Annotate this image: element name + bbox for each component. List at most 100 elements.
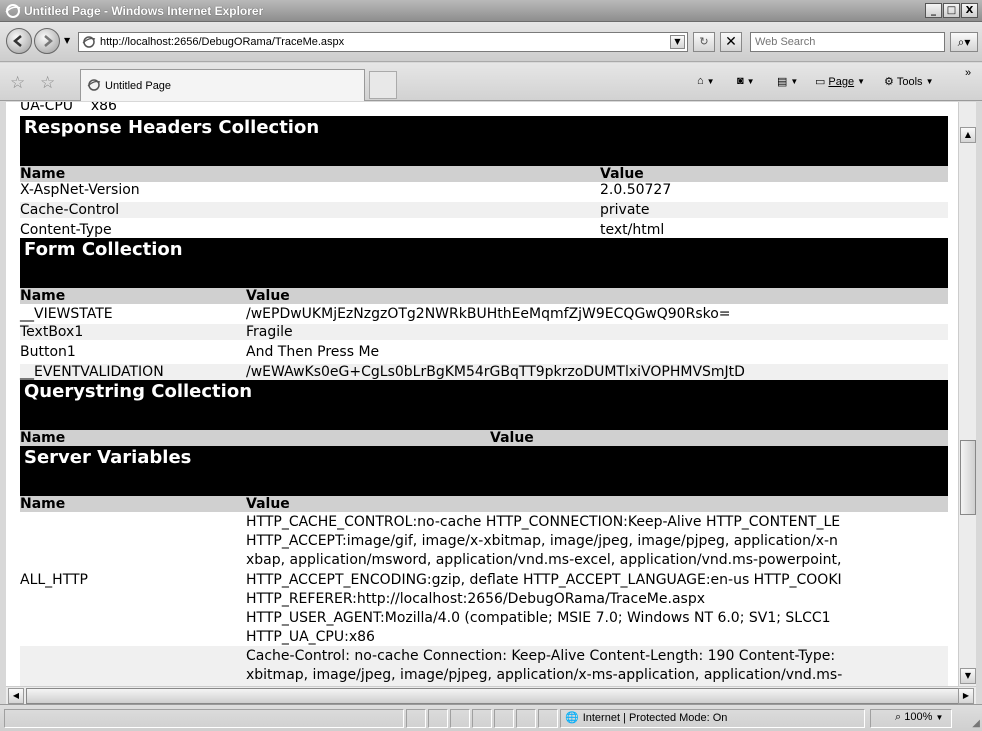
globe-icon: 🌐 [565,712,579,724]
table-row: Button1 And Then Press Me [20,344,948,360]
scroll-down-icon[interactable]: ▼ [960,668,976,684]
row-value-line: HTTP_ACCEPT_ENCODING:gzip, deflate HTTP_… [246,572,842,588]
forward-arrow-icon [44,35,53,47]
back-button[interactable] [6,28,32,54]
table-row: Content-Type text/html [20,222,948,238]
col-value: Value [246,496,290,512]
row-value-line: HTTP_UA_CPU:x86 [246,629,375,645]
server-variables-header: Name Value [20,496,948,512]
row-name: X-AspNet-Version [20,182,140,198]
rss-icon: ◙ [737,75,744,87]
row-value: private [600,202,650,218]
row-name: Cache-Control [20,202,120,218]
scroll-left-icon[interactable]: ◀ [8,688,24,704]
form-collection-title: Form Collection [20,238,948,288]
status-pane [472,709,492,728]
status-pane [538,709,558,728]
row-value-line: xbitmap, image/jpeg, image/pjpeg, applic… [246,667,843,683]
zoom-level[interactable]: ⌕ 100% ▼ [895,711,943,724]
print-button[interactable]: ▤ ▼ [777,75,798,88]
status-pane [516,709,536,728]
scroll-right-icon[interactable]: ▶ [958,688,974,704]
security-zone-label: Internet | Protected Mode: On [582,711,728,724]
close-button[interactable]: X [961,3,978,18]
refresh-button[interactable]: ↻ [693,32,715,52]
response-headers-header: Name Value [20,166,948,182]
table-row: Cache-Control: no-cache Connection: Keep… [20,646,948,686]
search-box[interactable] [750,32,945,52]
resize-grip-icon[interactable]: ◢ [972,718,980,729]
row-name: Button1 [20,344,76,360]
vertical-scrollbar[interactable]: ▲ ▼ [958,102,976,686]
status-pane [450,709,470,728]
feeds-button[interactable]: ◙ ▼ [737,75,755,87]
command-bar: ☆ ☆ Untitled Page ⌂ ▼ ◙ ▼ ▤ ▼ ▭ Page ▼ ⚙ Too… [0,63,982,101]
tab-page-icon [87,79,101,91]
address-field[interactable]: http://localhost:2656/DebugORama/TraceMe… [78,32,688,52]
address-bar: ▼ http://localhost:2656/DebugORama/Trace… [0,22,982,62]
gear-icon: ⚙ [884,76,894,88]
zoom-icon: ⌕ [895,711,902,723]
table-row: __VIEWSTATE /wEPDwUKMjEzNzgzOTg2NWRkBUHt… [20,306,948,322]
querystring-collection-title: Querystring Collection [20,380,948,430]
server-variables-title: Server Variables [20,446,948,496]
home-button[interactable]: ⌂ ▼ [697,75,715,87]
status-text-pane [4,709,404,728]
favorites-star-icon[interactable]: ☆ [10,73,25,93]
row-value-line: Cache-Control: no-cache Connection: Keep… [246,648,836,664]
minimize-button[interactable]: _ [925,3,942,18]
stop-button[interactable]: ✕ [720,32,742,52]
zoom-dropdown-icon[interactable]: ▼ [935,713,943,722]
chevron-more-icon[interactable]: » [965,67,971,79]
scroll-up-icon[interactable]: ▲ [960,127,976,143]
row-value-line: HTTP_ACCEPT:image/gif, image/x-xbitmap, … [246,533,838,549]
table-row: Cache-Control private [20,202,948,218]
row-name: __VIEWSTATE [20,306,113,322]
row-value-line: HTTP_REFERER:http://localhost:2656/Debug… [246,591,705,607]
col-value: Value [246,288,290,304]
new-tab-button[interactable] [369,71,397,99]
row-value: Fragile [246,324,293,340]
col-value: Value [600,166,644,182]
col-name: Name [20,166,66,182]
address-dropdown-icon[interactable]: ▼ [670,35,685,49]
vertical-scroll-thumb[interactable] [960,440,976,515]
col-name: Name [20,496,66,512]
url-text: http://localhost:2656/DebugORama/TraceMe… [100,36,345,48]
row-value: And Then Press Me [246,344,380,360]
horizontal-scrollbar[interactable]: ◀ ▶ [6,686,976,704]
row-value: text/html [600,222,665,238]
home-icon: ⌂ [697,75,704,87]
add-favorite-icon[interactable]: ☆ [40,73,55,93]
ua-cpu-row: UA-CPU x86 [20,102,117,114]
tab-untitled-page[interactable]: Untitled Page [80,69,365,101]
status-pane [494,709,514,728]
title-bar: Untitled Page - Windows Internet Explore… [0,0,982,22]
page-menu[interactable]: ▭ Page ▼ [815,75,865,89]
row-name: TextBox1 [20,324,84,340]
col-value: Value [490,430,534,446]
response-headers-title: Response Headers Collection [20,116,948,166]
security-zone[interactable]: 🌐 Internet | Protected Mode: On [565,711,728,725]
status-pane [406,709,426,728]
col-name: Name [20,288,66,304]
search-button[interactable]: ⌕▾ [950,32,978,52]
horizontal-scroll-thumb[interactable] [26,688,964,704]
form-collection-header: Name Value [20,288,948,304]
search-input[interactable] [751,33,931,51]
row-name: ALL_HTTP [20,572,89,588]
printer-icon: ▤ [777,76,788,88]
recent-pages-dropdown-icon[interactable]: ▼ [64,36,70,45]
row-value-line: xbap, application/msword, application/vn… [246,552,842,568]
maximize-button[interactable]: □ [943,3,960,18]
ie-logo-icon [5,4,21,18]
back-arrow-icon [13,35,22,47]
row-value: /wEPDwUKMjEzNzgzOTg2NWRkBUHthEeMqmfZjW9E… [246,306,731,322]
window-title: Untitled Page - Windows Internet Explore… [24,4,264,18]
row-name: __EVENTVALIDATION [20,364,164,380]
tools-menu[interactable]: ⚙ Tools ▼ [884,75,933,89]
status-pane [428,709,448,728]
tools-menu-label: Tools [896,75,923,88]
forward-button[interactable] [34,28,60,54]
table-row: TextBox1 Fragile [20,324,948,340]
